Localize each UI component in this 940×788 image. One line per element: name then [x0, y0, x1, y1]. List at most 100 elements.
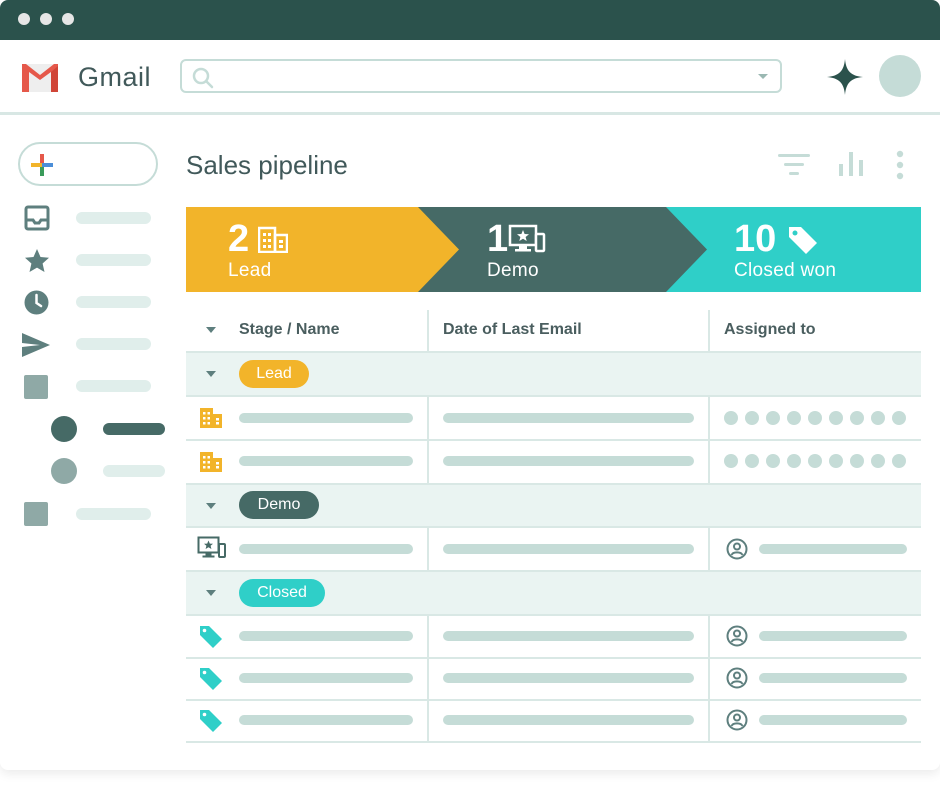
- person-icon: [726, 709, 748, 731]
- star-icon[interactable]: [23, 247, 51, 275]
- gmail-header: Gmail: [0, 40, 940, 115]
- search-options-chevron-icon[interactable]: [756, 72, 770, 82]
- row-name-placeholder: [239, 673, 413, 683]
- send-icon[interactable]: [21, 332, 51, 358]
- sidebar-item-placeholder[interactable]: [103, 423, 165, 435]
- gmail-m-icon: [22, 64, 58, 92]
- row-divider: [186, 741, 921, 743]
- stage-chevron-lead[interactable]: [186, 207, 459, 292]
- stage-demo-count: 1: [487, 218, 509, 260]
- sidebar-item-placeholder[interactable]: [103, 465, 165, 477]
- sidebar-item-placeholder[interactable]: [76, 212, 151, 224]
- stage-lead-count: 2: [228, 218, 250, 260]
- column-divider: [708, 528, 710, 570]
- assignee-dots: [724, 454, 913, 473]
- clock-icon[interactable]: [23, 289, 50, 316]
- stage-closed-count: 10: [734, 218, 777, 260]
- assignee-placeholder: [759, 715, 907, 725]
- column-divider: [427, 659, 429, 700]
- assignee-placeholder: [759, 631, 907, 641]
- row-name-placeholder: [239, 631, 413, 641]
- inbox-icon[interactable]: [24, 205, 50, 231]
- row-date-placeholder: [443, 631, 694, 641]
- collapse-caret-icon[interactable]: [205, 589, 217, 597]
- window-control-dot[interactable]: [62, 13, 74, 25]
- row-name-placeholder: [239, 413, 413, 423]
- demo-screen-icon: [197, 536, 226, 558]
- tag-icon: [200, 710, 222, 732]
- sort-caret-icon[interactable]: [205, 326, 217, 334]
- table-row[interactable]: [186, 659, 921, 700]
- sidebar-item-placeholder[interactable]: [76, 380, 151, 392]
- assignee-placeholder: [759, 673, 907, 683]
- page-title: Sales pipeline: [186, 150, 348, 180]
- row-date-placeholder: [443, 715, 694, 725]
- sparkle-icon[interactable]: [825, 57, 865, 97]
- row-date-placeholder: [443, 413, 694, 423]
- column-divider: [427, 441, 429, 483]
- label-dot-dark-icon[interactable]: [51, 416, 77, 442]
- sidebar-item-placeholder[interactable]: [76, 296, 151, 308]
- table-row[interactable]: [186, 701, 921, 742]
- app-name: Gmail: [78, 61, 152, 92]
- stage-lead-label: Lead: [228, 260, 272, 281]
- label-square-icon[interactable]: [24, 375, 48, 399]
- column-divider: [427, 310, 429, 352]
- building-icon: [200, 452, 222, 472]
- account-avatar[interactable]: [879, 55, 921, 97]
- more-vert-icon[interactable]: [893, 150, 907, 180]
- column-header-date-last-email[interactable]: Date of Last Email: [443, 321, 582, 339]
- demo-screen-icon: [508, 224, 546, 253]
- label-dot-light-icon[interactable]: [51, 458, 77, 484]
- filter-icon[interactable]: [777, 152, 811, 178]
- tag-icon: [789, 227, 817, 254]
- person-icon: [726, 625, 748, 647]
- sidebar-item-placeholder[interactable]: [76, 254, 151, 266]
- group-row-closed[interactable]: Closed: [186, 572, 921, 614]
- row-name-placeholder: [239, 544, 413, 554]
- person-icon: [726, 667, 748, 689]
- row-name-placeholder: [239, 715, 413, 725]
- row-date-placeholder: [443, 544, 694, 554]
- window-control-dot[interactable]: [18, 13, 30, 25]
- tag-icon: [200, 668, 222, 690]
- column-divider: [708, 310, 710, 352]
- column-header-assigned-to[interactable]: Assigned to: [724, 321, 816, 339]
- pipeline-stages: 2 Lead 1 Demo 10 Closed won: [186, 207, 921, 292]
- sidebar-item-placeholder[interactable]: [76, 338, 151, 350]
- column-divider: [708, 701, 710, 742]
- sidebar-item-placeholder[interactable]: [76, 508, 151, 520]
- gmail-logo[interactable]: Gmail: [18, 60, 151, 94]
- stage-chevron-demo[interactable]: [416, 207, 707, 292]
- window-control-dot[interactable]: [40, 13, 52, 25]
- column-divider: [427, 701, 429, 742]
- row-name-placeholder: [239, 456, 413, 466]
- building-icon: [200, 408, 222, 428]
- table-row[interactable]: [186, 616, 921, 658]
- label-square-icon[interactable]: [24, 502, 48, 526]
- column-divider: [427, 397, 429, 439]
- row-date-placeholder: [443, 456, 694, 466]
- table-row[interactable]: [186, 397, 921, 439]
- group-pill-lead: Lead: [239, 360, 309, 388]
- column-divider: [427, 528, 429, 570]
- group-row-lead[interactable]: Lead: [186, 353, 921, 395]
- compose-button[interactable]: [18, 142, 158, 186]
- table-row[interactable]: [186, 528, 921, 570]
- column-header-stage-name[interactable]: Stage / Name: [239, 321, 339, 339]
- building-icon: [258, 226, 288, 253]
- column-divider: [427, 616, 429, 658]
- row-date-placeholder: [443, 673, 694, 683]
- group-pill-closed: Closed: [239, 579, 325, 607]
- person-icon: [726, 538, 748, 560]
- tag-icon: [200, 626, 222, 648]
- search-icon: [192, 67, 214, 89]
- bar-chart-icon[interactable]: [837, 150, 865, 178]
- search-input[interactable]: [180, 59, 782, 93]
- assignee-dots: [724, 411, 913, 430]
- browser-window: Gmail Sales pipeline 2 Lead 1 Demo 10 Cl…: [0, 0, 940, 770]
- collapse-caret-icon[interactable]: [205, 370, 217, 378]
- table-row[interactable]: [186, 441, 921, 483]
- collapse-caret-icon[interactable]: [205, 502, 217, 510]
- group-row-demo[interactable]: Demo: [186, 485, 921, 527]
